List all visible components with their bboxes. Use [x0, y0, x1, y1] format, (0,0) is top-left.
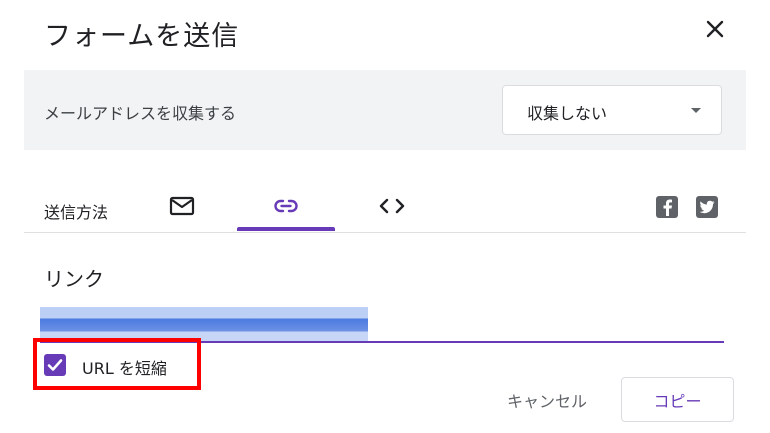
shorten-url-checkbox[interactable]	[44, 354, 66, 376]
facebook-icon	[663, 199, 672, 216]
copy-button[interactable]: コピー	[621, 377, 734, 422]
code-icon	[379, 198, 405, 214]
collect-email-select-value: 収集しない	[527, 104, 608, 123]
cancel-button[interactable]: キャンセル	[488, 379, 606, 421]
checkmark-icon	[47, 359, 63, 371]
tab-embed[interactable]	[360, 180, 424, 232]
collect-email-label: メールアドレスを収集する	[44, 104, 237, 123]
link-icon	[274, 199, 298, 213]
tabs-divider	[24, 232, 746, 233]
facebook-share-button[interactable]	[656, 196, 678, 218]
active-tab-indicator	[237, 227, 335, 231]
collect-email-select[interactable]: 収集しない	[502, 85, 722, 135]
link-heading: リンク	[44, 267, 104, 291]
collect-email-panel: メールアドレスを収集する 収集しない	[24, 70, 746, 150]
send-method-label: 送信方法	[44, 203, 109, 222]
twitter-share-button[interactable]	[696, 196, 718, 218]
twitter-icon	[699, 200, 715, 214]
close-icon[interactable]	[698, 12, 732, 46]
dialog-title: フォームを送信	[44, 21, 240, 52]
mail-icon	[169, 196, 195, 216]
send-form-dialog: フォームを送信 メールアドレスを収集する 収集しない 送信方法 リンク URL …	[0, 0, 770, 433]
shorten-url-label: URL を短縮	[82, 359, 167, 378]
tab-email[interactable]	[150, 180, 214, 232]
tab-link[interactable]	[237, 180, 335, 232]
redacted-url	[40, 307, 368, 341]
chevron-down-icon	[691, 108, 701, 113]
